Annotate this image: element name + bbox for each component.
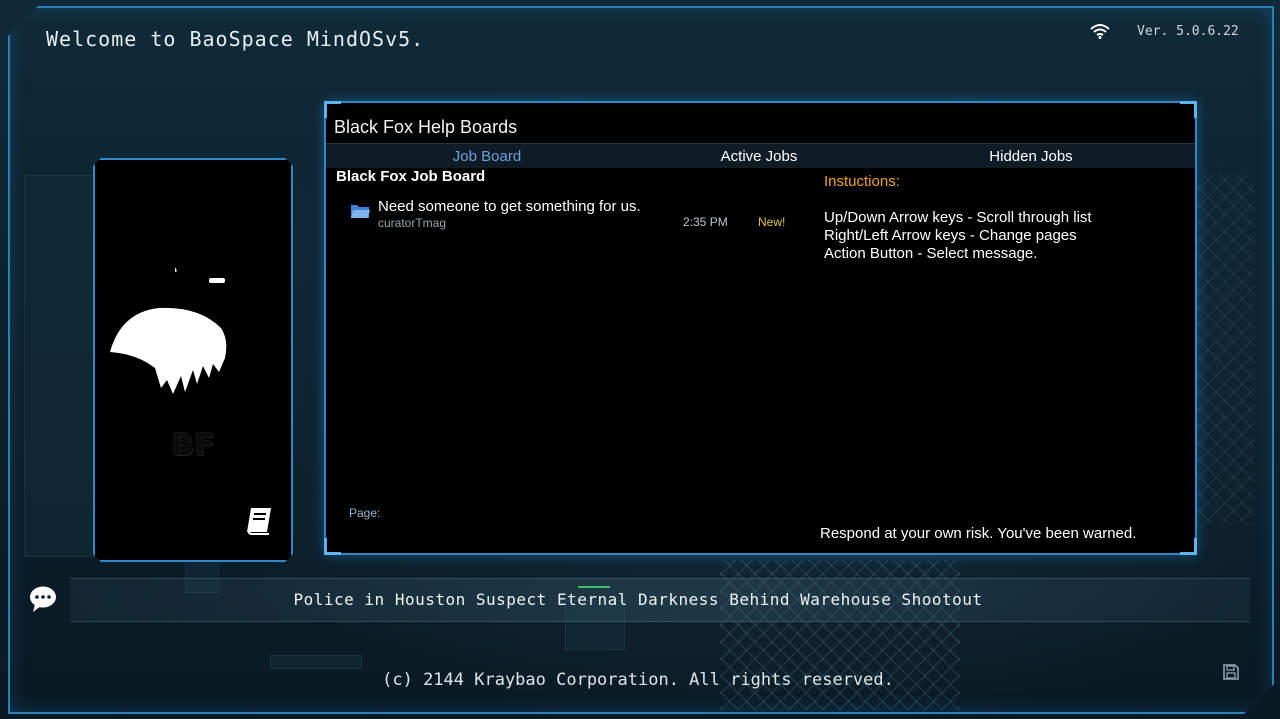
- job-title: Need someone to get something for us.: [378, 198, 641, 215]
- instruction-line: Right/Left Arrow keys - Change pages: [824, 227, 1077, 244]
- book-icon[interactable]: [243, 504, 277, 538]
- panel-corner: [324, 101, 341, 118]
- panel-corner: [324, 538, 341, 555]
- black-fox-avatar: [107, 260, 247, 400]
- profile-card: BF: [93, 158, 293, 562]
- tab-bar: Job Board Active Jobs Hidden Jobs: [326, 143, 1195, 168]
- help-board-panel: Black Fox Help Boards Job Board Active J…: [324, 101, 1197, 555]
- instructions-title: Instuctions:: [824, 173, 900, 190]
- panel-corner: [1180, 538, 1197, 555]
- board-title: Black Fox Help Boards: [334, 117, 518, 137]
- instruction-line: Action Button - Select message.: [824, 245, 1038, 262]
- copyright-text: (c) 2144 Kraybao Corporation. All rights…: [382, 670, 894, 690]
- panel-corner: [1180, 101, 1197, 118]
- version-label: Ver. 5.0.6.22: [1137, 24, 1239, 39]
- job-list-item[interactable]: Need someone to get something for us. cu…: [348, 196, 788, 230]
- welcome-text: Welcome to BaoSpace MindOSv5.: [46, 27, 425, 51]
- tab-job-board[interactable]: Job Board: [426, 148, 548, 165]
- bf-logo-text: BF: [171, 428, 215, 463]
- job-time: 2:35 PM: [683, 215, 728, 229]
- job-board-heading: Black Fox Job Board: [336, 168, 486, 185]
- save-icon[interactable]: [1222, 663, 1240, 681]
- page-label: Page:: [349, 506, 381, 520]
- ticker-accent: [578, 586, 610, 588]
- tab-active-jobs[interactable]: Active Jobs: [698, 148, 820, 165]
- folder-icon: [351, 205, 370, 218]
- job-author: curatorTmag: [378, 216, 447, 230]
- warning-text: Respond at your own risk. You've been wa…: [820, 525, 1137, 542]
- instruction-line: Up/Down Arrow keys - Scroll through list: [824, 209, 1092, 226]
- wifi-icon: [1090, 24, 1110, 39]
- news-headline: Police in Houston Suspect Eternal Darkne…: [293, 590, 983, 609]
- new-badge: New!: [758, 215, 786, 229]
- chat-icon[interactable]: [28, 585, 58, 613]
- tab-hidden-jobs[interactable]: Hidden Jobs: [964, 148, 1098, 165]
